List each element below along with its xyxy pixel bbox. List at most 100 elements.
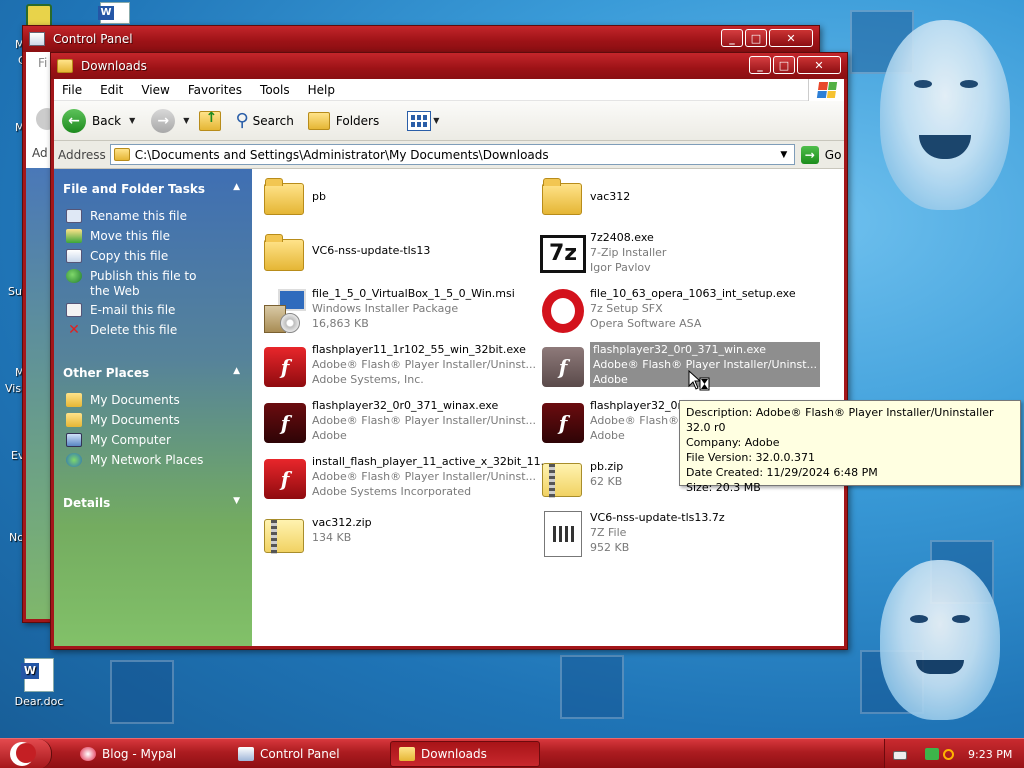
search-icon[interactable] — [943, 748, 954, 760]
address-bar: Address C:\Documents and Settings\Admini… — [54, 141, 844, 169]
maximize-button[interactable]: □ — [773, 56, 795, 74]
search-button[interactable]: ⚲ Search — [235, 110, 293, 131]
chevron-down-icon[interactable]: ▼ — [129, 116, 135, 125]
file-item[interactable]: vac312.zip 134 KB — [254, 507, 529, 559]
folders-button[interactable]: Folders — [307, 111, 379, 130]
other-places-header[interactable]: Other Places ▲ — [63, 366, 240, 380]
busy-cursor-icon — [688, 370, 710, 391]
system-tray: 9:23 PM — [884, 739, 1024, 768]
flash-icon: f — [538, 343, 584, 389]
my-documents-link[interactable]: My Documents — [66, 393, 216, 408]
menu-bar: File Edit View Favorites Tools Help — [54, 79, 844, 101]
back-label: Back — [92, 113, 122, 128]
downloads-titlebar[interactable]: Downloads _ □ ✕ — [51, 53, 847, 79]
file-item[interactable]: f flashplayer32_0r0_371_winax.exe Adobe®… — [254, 395, 536, 447]
file-type: 7-Zip Installer — [590, 246, 667, 259]
file-size: 134 KB — [312, 531, 352, 544]
desktop-icon-dear-doc[interactable]: W Dear.doc — [4, 658, 74, 708]
address-label-fragment: Ad — [32, 146, 48, 160]
file-name: 7z2408.exe — [590, 231, 654, 244]
up-folder-icon: ↑ — [199, 110, 222, 131]
menu-favorites[interactable]: Favorites — [188, 83, 242, 97]
chevron-up-icon[interactable]: ▲ — [233, 366, 240, 376]
chevron-down-icon[interactable]: ▼ — [233, 496, 240, 506]
link-label: My Network Places — [90, 453, 204, 467]
file-name: file_1_5_0_VirtualBox_1_5_0_Win.msi — [312, 287, 515, 300]
desktop-icon-label: Dear.doc — [14, 695, 64, 708]
file-item[interactable]: pb — [254, 171, 529, 223]
task-pane: File and Folder Tasks ▲ Rename this file… — [54, 169, 252, 646]
copy-icon — [66, 249, 82, 263]
my-network-places-link[interactable]: My Network Places — [66, 453, 216, 468]
file-item[interactable]: vac312 — [532, 171, 807, 223]
copy-file-link[interactable]: Copy this file — [66, 249, 216, 264]
desktop-icon-word-doc[interactable]: W — [98, 2, 130, 24]
address-input[interactable]: C:\Documents and Settings\Administrator\… — [109, 144, 795, 165]
file-name: VC6-nss-update-tls13.7z — [590, 511, 725, 524]
forward-button[interactable]: → ▼ — [145, 108, 189, 133]
up-folder-button[interactable]: ↑ — [199, 110, 222, 131]
publish-to-web-link[interactable]: Publish this file to the Web — [66, 269, 216, 299]
menu-help[interactable]: Help — [308, 83, 335, 97]
taskbar-button-downloads[interactable]: Downloads — [390, 741, 540, 767]
file-item[interactable]: f install_flash_player_11_active_x_32bit… — [254, 451, 551, 503]
chevron-down-icon[interactable]: ▼ — [183, 116, 189, 125]
file-item[interactable]: 7z 7z2408.exe 7-Zip Installer Igor Pavlo… — [532, 227, 807, 279]
minimize-button[interactable]: _ — [749, 56, 771, 74]
menu-fragment[interactable]: Fi — [38, 56, 47, 70]
details-header[interactable]: Details ▼ — [63, 496, 240, 510]
chevron-up-icon[interactable]: ▲ — [233, 182, 240, 192]
email-file-link[interactable]: E-mail this file — [66, 303, 216, 318]
taskbar-button-blog-mypal[interactable]: Blog - Mypal — [72, 741, 222, 767]
file-name: vac312.zip — [312, 516, 372, 529]
close-button[interactable]: ✕ — [769, 29, 813, 47]
link-label: My Computer — [90, 433, 171, 447]
search-label: Search — [252, 113, 294, 128]
rename-file-link[interactable]: Rename this file — [66, 209, 216, 224]
file-item[interactable]: file_1_5_0_VirtualBox_1_5_0_Win.msi Wind… — [254, 283, 529, 335]
clock[interactable]: 9:23 PM — [968, 748, 1012, 761]
start-button[interactable] — [0, 739, 52, 768]
menu-view[interactable]: View — [141, 83, 169, 97]
file-item[interactable]: VC6-nss-update-tls13 — [254, 227, 529, 279]
close-button[interactable]: ✕ — [797, 56, 841, 74]
menu-tools[interactable]: Tools — [260, 83, 290, 97]
control-panel-titlebar[interactable]: Control Panel _ □ ✕ — [23, 26, 819, 52]
back-button[interactable]: ← Back ▼ — [62, 108, 135, 133]
file-item[interactable]: VC6-nss-update-tls13.7z 7Z File 952 KB — [532, 507, 807, 559]
tooltip-size: Size: 20.3 MB — [686, 481, 761, 494]
go-button[interactable]: → Go — [800, 145, 841, 164]
keyboard-icon[interactable] — [893, 751, 907, 760]
chevron-down-icon[interactable]: ▼ — [776, 146, 792, 163]
move-file-link[interactable]: Move this file — [66, 229, 216, 244]
maximize-button[interactable]: □ — [745, 29, 767, 47]
desktop-label-fragment[interactable]: Vis — [5, 382, 21, 395]
flash-icon: f — [260, 399, 306, 445]
minimize-button[interactable]: _ — [721, 29, 743, 47]
file-name: file_10_63_opera_1063_int_setup.exe — [590, 287, 796, 300]
file-item[interactable]: file_10_63_opera_1063_int_setup.exe 7z S… — [532, 283, 807, 335]
desktop-label-fragment[interactable]: Su — [8, 285, 22, 298]
folders-icon — [307, 111, 330, 130]
menu-file[interactable]: File — [62, 83, 82, 97]
file-folder-tasks-header[interactable]: File and Folder Tasks ▲ — [63, 182, 240, 196]
network-icon[interactable] — [925, 748, 939, 760]
my-computer-link[interactable]: My Computer — [66, 433, 216, 448]
link-label: Delete this file — [90, 323, 178, 337]
control-panel-icon — [29, 32, 45, 46]
my-documents-link[interactable]: My Documents — [66, 413, 216, 428]
taskbar-button-label: Downloads — [421, 747, 487, 761]
chevron-down-icon[interactable]: ▼ — [433, 116, 439, 125]
opera-icon — [538, 287, 584, 333]
taskbar-button-label: Control Panel — [260, 747, 340, 761]
delete-icon: ✕ — [68, 322, 80, 338]
delete-file-link[interactable]: ✕ Delete this file — [66, 323, 216, 338]
taskbar-button-control-panel[interactable]: Control Panel — [230, 741, 380, 767]
file-item[interactable]: f flashplayer11_1r102_55_win_32bit.exe A… — [254, 339, 536, 391]
views-button[interactable]: ▼ — [407, 110, 439, 131]
file-item-selected[interactable]: f flashplayer32_0r0_371_win.exe Adobe® F… — [532, 339, 821, 391]
file-name: flashplayer32_0r0_371_win.exe — [593, 343, 766, 356]
zip-icon — [538, 455, 584, 501]
downloads-window[interactable]: Downloads _ □ ✕ File Edit View Favorites… — [50, 52, 848, 650]
menu-edit[interactable]: Edit — [100, 83, 123, 97]
